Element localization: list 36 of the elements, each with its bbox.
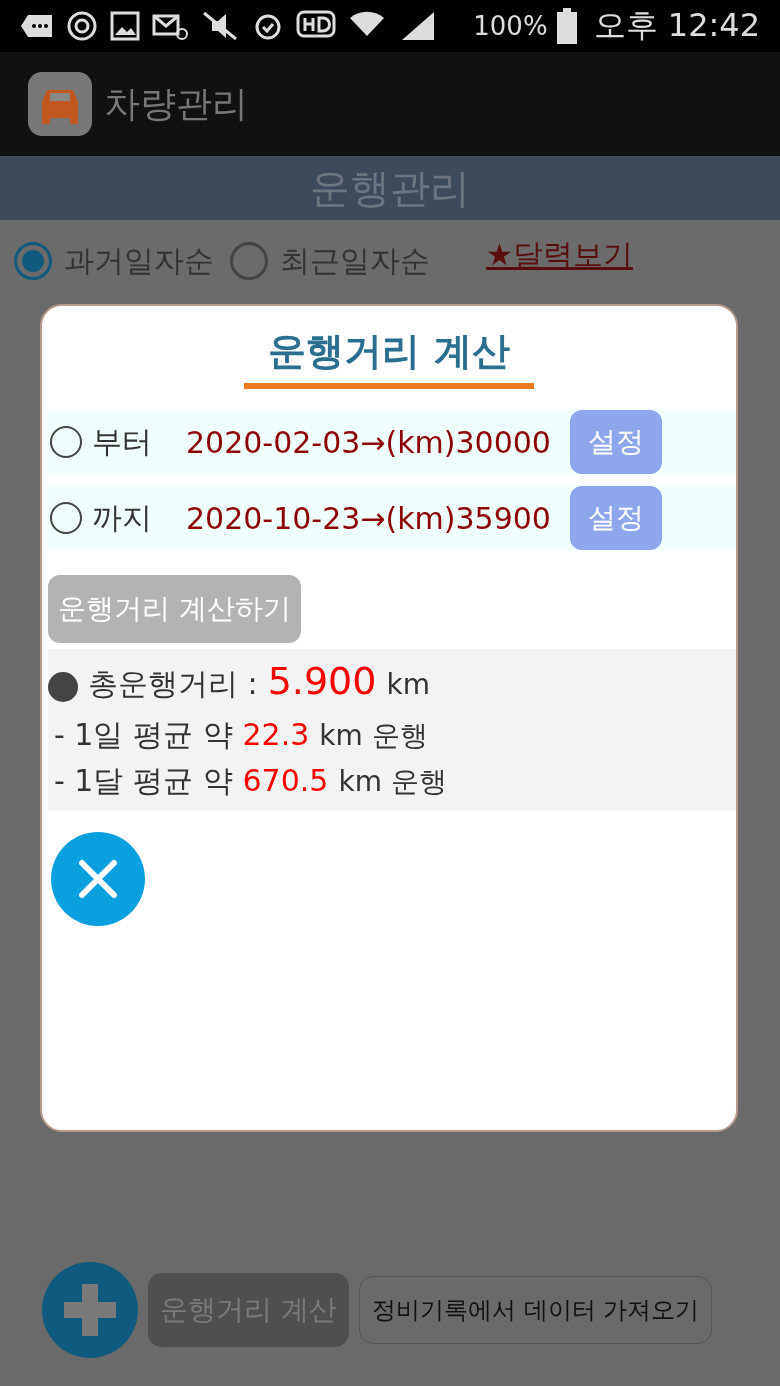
result-label: - 1달 평균 약 [54,762,233,800]
battery-level: 100% [473,11,548,41]
result-label: 총운행거리 : [88,665,258,703]
car-icon [28,72,92,136]
battery-icon [555,8,578,44]
range-value: 2020-02-03→(km)30000 [186,424,552,460]
clock: 오후 12:42 [593,5,760,46]
sync-icon [66,10,98,42]
calculate-button[interactable]: 운행거리 계산하기 [48,575,301,643]
average-distance: 670.5 [242,763,329,798]
signal-icon [400,10,436,42]
total-distance: 5.900 [267,659,377,703]
image-icon [110,11,140,41]
dialog-title: 운행거리 계산 [244,326,534,389]
result-label: - 1일 평균 약 [54,716,233,754]
bullet-icon [48,672,78,702]
average-distance: 22.3 [242,717,310,752]
calendar-link[interactable]: ★달력보기 [486,234,633,276]
sort-radio[interactable]: 최근일자순 [230,240,430,282]
action-button[interactable]: 정비기록에서 데이터 가져오기 [358,1276,713,1344]
unit-label: km [386,668,430,701]
range-label: 까지 [92,498,153,537]
range-label: 부터 [92,422,153,461]
sort-radio[interactable]: 과거일자순 [14,240,214,282]
set-button[interactable]: 설정 [570,486,662,550]
range-radio[interactable] [50,502,82,534]
close-icon[interactable] [50,831,146,927]
mail-icon [152,12,188,40]
set-button[interactable]: 설정 [570,410,662,474]
chat-icon [20,13,54,39]
unit-label: km 운행 [319,718,428,754]
unit-label: km 운행 [338,764,447,800]
app-title: 차량관리 [104,81,248,126]
range-radio[interactable] [50,426,82,458]
mute-icon [200,11,240,41]
range-value: 2020-10-23→(km)35900 [186,500,552,536]
